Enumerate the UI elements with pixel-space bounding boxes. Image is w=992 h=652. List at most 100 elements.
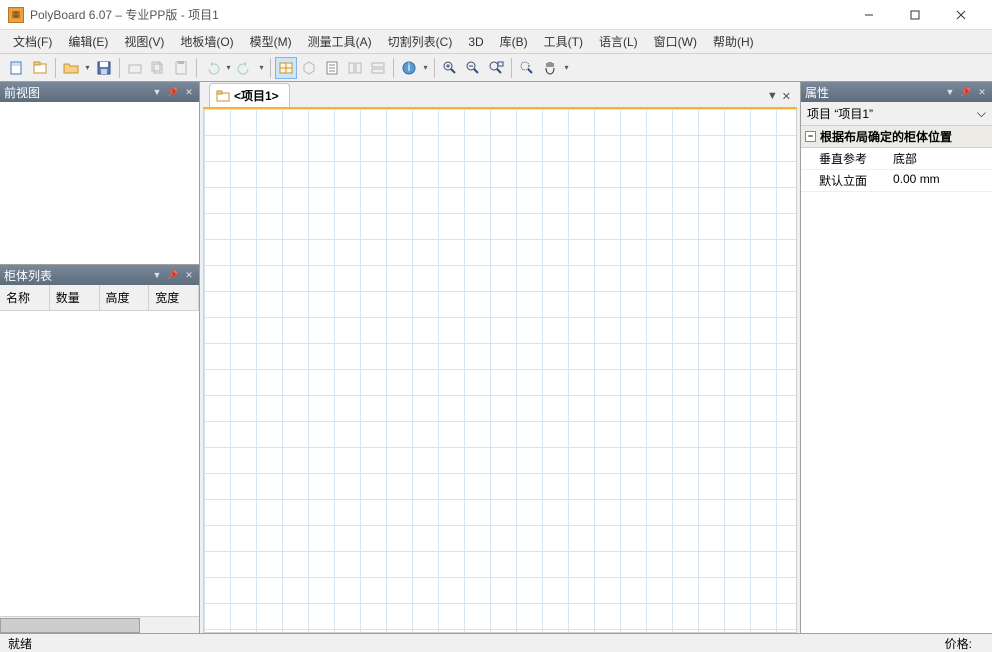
menu-window[interactable]: 窗口(W) — [647, 30, 704, 53]
minimize-button[interactable] — [846, 0, 892, 30]
cabinetlist-columns: 名称 数量 高度 宽度 — [0, 285, 199, 311]
panel-close-icon-2[interactable]: ✕ — [183, 269, 195, 281]
menu-model[interactable]: 模型(M) — [243, 30, 299, 53]
panel-menu-icon[interactable]: ▼ — [151, 86, 163, 98]
col-qty[interactable]: 数量 — [50, 285, 100, 310]
panel-close-icon-3[interactable]: ✕ — [976, 86, 988, 98]
tab-dropdown-icon[interactable]: ▼ — [767, 90, 778, 103]
toolbar-separator-4 — [270, 58, 271, 78]
zoom-out-button[interactable] — [462, 57, 484, 79]
menu-measure[interactable]: 测量工具(A) — [301, 30, 379, 53]
properties-header: 属性 ▼ 📌 ✕ — [801, 82, 992, 102]
prop-value-2[interactable]: 0.00 mm — [889, 170, 992, 191]
toolbar-separator-5 — [393, 58, 394, 78]
toolbar-separator-3 — [196, 58, 197, 78]
menu-help[interactable]: 帮助(H) — [706, 30, 761, 53]
window-title: PolyBoard 6.07 – 专业PP版 - 项目1 — [30, 6, 846, 23]
open-button[interactable] — [60, 57, 82, 79]
new-project-button[interactable] — [29, 57, 51, 79]
new-cabinet-button[interactable] — [6, 57, 28, 79]
expand-icon[interactable]: − — [805, 131, 816, 142]
tab-close-icon[interactable]: ✕ — [782, 90, 791, 103]
prop-value[interactable]: 底部 — [889, 148, 992, 169]
properties-item-text: 项目 “项目1” — [807, 105, 873, 122]
cabinetlist-title: 柜体列表 — [4, 267, 52, 284]
menu-language[interactable]: 语言(L) — [592, 30, 645, 53]
scrollbar-thumb[interactable] — [0, 618, 140, 633]
right-column: 属性 ▼ 📌 ✕ 项目 “项目1” ⌵ − 根据布局确定的柜体位置 垂直参考 底… — [800, 82, 992, 633]
prop-key: 垂直参考 — [801, 148, 889, 169]
copy-button — [147, 57, 169, 79]
cabinetlist-hscrollbar[interactable] — [0, 616, 199, 633]
toolbar-separator-2 — [119, 58, 120, 78]
zoom-fit-button[interactable] — [516, 57, 538, 79]
pan-dropdown[interactable]: ▾ — [562, 63, 571, 72]
titlebar: ▦ PolyBoard 6.07 – 专业PP版 - 项目1 — [0, 0, 992, 30]
panel-menu-icon-3[interactable]: ▼ — [944, 86, 956, 98]
cabinetlist-header: 柜体列表 ▼ 📌 ✕ — [0, 265, 199, 285]
frontview-title: 前视图 — [4, 84, 40, 101]
panel-close-icon[interactable]: ✕ — [183, 86, 195, 98]
info-button[interactable]: i — [398, 57, 420, 79]
prop-key-2: 默认立面 — [801, 170, 889, 191]
status-ready: 就绪 — [8, 635, 32, 652]
undo-dropdown[interactable]: ▾ — [224, 63, 233, 72]
cutlist-button[interactable] — [321, 57, 343, 79]
panel-pin-icon-3[interactable]: 📌 — [960, 86, 972, 98]
menu-floor[interactable]: 地板墙(O) — [173, 30, 240, 53]
center-column: <项目1> ▼ ✕ — [203, 85, 797, 633]
properties-collapse-icon[interactable]: ⌵ — [977, 106, 986, 121]
panel-pin-icon-2[interactable]: 📌 — [167, 269, 179, 281]
project-icon — [216, 89, 230, 103]
menu-cutlist[interactable]: 切割列表(C) — [381, 30, 460, 53]
pan-button[interactable] — [539, 57, 561, 79]
menu-file[interactable]: 文档(F) — [6, 30, 59, 53]
svg-text:i: i — [408, 60, 411, 74]
col-width[interactable]: 宽度 — [149, 285, 199, 310]
cut-button — [124, 57, 146, 79]
main-area: 前视图 ▼ 📌 ✕ 柜体列表 ▼ 📌 ✕ 名称 数量 高度 宽度 — [0, 82, 992, 633]
menu-3d[interactable]: 3D — [461, 32, 490, 52]
panel-menu-icon-2[interactable]: ▼ — [151, 269, 163, 281]
maximize-button[interactable] — [892, 0, 938, 30]
close-button[interactable] — [938, 0, 984, 30]
report-button — [344, 57, 366, 79]
paste-button — [170, 57, 192, 79]
zoom-in-button[interactable] — [439, 57, 461, 79]
propgroup-layout[interactable]: − 根据布局确定的柜体位置 — [801, 126, 992, 148]
toolbar: ▾ ▾ ▾ i ▾ ▾ — [0, 54, 992, 82]
frontview-header: 前视图 ▼ 📌 ✕ — [0, 82, 199, 102]
cabinetlist-body[interactable] — [0, 311, 199, 616]
toolbar-separator — [55, 58, 56, 78]
export-button — [367, 57, 389, 79]
view-3d-button — [298, 57, 320, 79]
menu-view[interactable]: 视图(V) — [117, 30, 171, 53]
menu-edit[interactable]: 编辑(E) — [61, 30, 115, 53]
open-dropdown[interactable]: ▾ — [83, 63, 92, 72]
statusbar: 就绪 价格: — [0, 633, 992, 652]
col-height[interactable]: 高度 — [100, 285, 150, 310]
properties-title: 属性 — [805, 84, 829, 101]
undo-button — [201, 57, 223, 79]
frontview-panel[interactable] — [0, 102, 199, 265]
cabinetlist-panel: 名称 数量 高度 宽度 — [0, 285, 199, 633]
col-name[interactable]: 名称 — [0, 285, 50, 310]
document-tabbar: <项目1> ▼ ✕ — [203, 85, 797, 109]
propgroup-label: 根据布局确定的柜体位置 — [820, 128, 952, 145]
info-dropdown[interactable]: ▾ — [421, 63, 430, 72]
grid-toggle-button[interactable] — [275, 57, 297, 79]
menubar: 文档(F) 编辑(E) 视图(V) 地板墙(O) 模型(M) 测量工具(A) 切… — [0, 30, 992, 54]
proprow-vertical-ref[interactable]: 垂直参考 底部 — [801, 148, 992, 170]
redo-dropdown[interactable]: ▾ — [257, 63, 266, 72]
properties-item-label: 项目 “项目1” ⌵ — [801, 102, 992, 126]
app-icon: ▦ — [8, 7, 24, 23]
save-button[interactable] — [93, 57, 115, 79]
menu-tools[interactable]: 工具(T) — [537, 30, 590, 53]
toolbar-separator-7 — [511, 58, 512, 78]
design-canvas[interactable] — [203, 109, 797, 633]
menu-library[interactable]: 库(B) — [493, 30, 535, 53]
panel-pin-icon[interactable]: 📌 — [167, 86, 179, 98]
zoom-window-button[interactable] — [485, 57, 507, 79]
tab-project1[interactable]: <项目1> — [209, 83, 290, 107]
proprow-default-elevation[interactable]: 默认立面 0.00 mm — [801, 170, 992, 192]
